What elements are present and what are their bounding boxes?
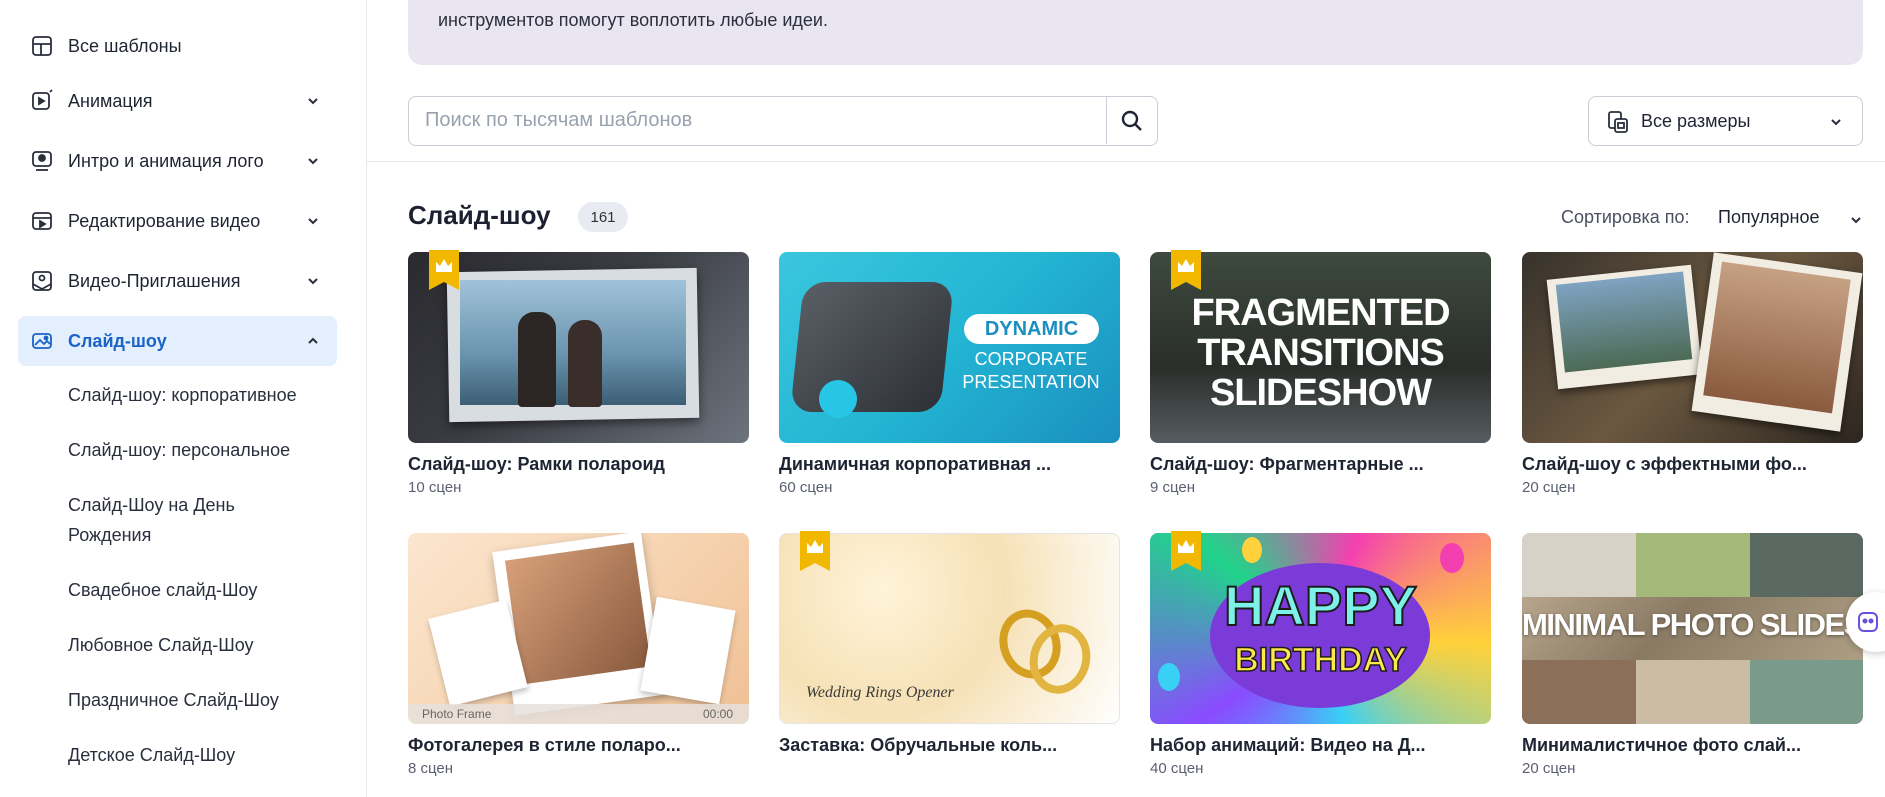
card-title: Набор анимаций: Видео на Д... bbox=[1150, 735, 1426, 755]
sidebar-subitem-birthday[interactable]: Слайд-Шоу на День bbox=[68, 490, 235, 520]
count-badge: 161 bbox=[578, 202, 628, 232]
chevron-down-icon bbox=[1831, 119, 1841, 126]
card-title: Слайд-шоу: Фрагментарные ... bbox=[1150, 454, 1424, 474]
section-title: Слайд-шоу bbox=[408, 200, 551, 230]
sort-label: Сортировка по: bbox=[1561, 207, 1690, 227]
sizes-label: Все размеры bbox=[1641, 111, 1751, 131]
template-card[interactable]: Wedding Rings Opener Заставка: Обручальн… bbox=[779, 531, 1120, 755]
sidebar-subitem-personal[interactable]: Слайд-шоу: персональное bbox=[68, 435, 290, 465]
card-scenes: 10 сцен bbox=[408, 479, 462, 496]
sidebar-subitem-love[interactable]: Любовное Слайд-Шоу bbox=[68, 630, 254, 660]
template-card[interactable]: Слайд-шоу: Рамки полароид 10 сцен bbox=[408, 250, 749, 496]
template-card[interactable]: Photo Frame 00:00 Фотогалерея в стиле по… bbox=[408, 533, 749, 777]
sidebar-item-label: Слайд-шоу bbox=[68, 330, 167, 351]
logo-intro-icon bbox=[32, 151, 52, 171]
thumb-text: FRAGMENTED bbox=[1191, 292, 1450, 334]
thumb-text: DYNAMIC bbox=[984, 318, 1079, 340]
sidebar-item-label: Видео-Приглашения bbox=[68, 270, 241, 291]
sidebar-item-invitations[interactable]: Видео-Приглашения bbox=[18, 256, 337, 306]
sidebar-item-label: Анимация bbox=[68, 90, 153, 111]
invitation-icon bbox=[32, 271, 52, 291]
sidebar-subitem-wedding[interactable]: Свадебное слайд-Шоу bbox=[68, 575, 257, 605]
card-thumbnail: HAPPY BIRTHDAY bbox=[1150, 533, 1491, 724]
thumb-text: 00:00 bbox=[702, 707, 733, 721]
sizes-dropdown[interactable]: Все размеры bbox=[1588, 96, 1863, 146]
card-thumbnail: Photo Frame 00:00 bbox=[408, 533, 749, 724]
premium-crown-icon bbox=[1171, 531, 1201, 571]
search-box bbox=[408, 96, 1158, 146]
card-thumbnail: Wedding Rings Opener bbox=[779, 533, 1120, 724]
card-thumbnail: FRAGMENTED TRANSITIONS SLIDESHOW bbox=[1150, 252, 1491, 443]
chevron-down-icon bbox=[308, 98, 318, 105]
search-button[interactable] bbox=[1106, 97, 1157, 144]
sidebar-item-label: Все шаблоны bbox=[68, 35, 182, 56]
card-thumbnail: DYNAMIC CORPORATE PRESENTATION bbox=[779, 252, 1120, 443]
template-card[interactable]: DYNAMIC CORPORATE PRESENTATION Динамична… bbox=[779, 252, 1120, 496]
thumb-text: Wedding Rings Opener bbox=[806, 684, 954, 701]
card-thumbnail bbox=[408, 252, 749, 443]
card-scenes: 9 сцен bbox=[1150, 479, 1196, 496]
sort-dropdown[interactable]: Популярное bbox=[1718, 207, 1820, 228]
card-scenes: 60 сцен bbox=[779, 479, 833, 496]
premium-crown-icon bbox=[800, 531, 830, 571]
card-title: Слайд-шоу: Рамки полароид bbox=[408, 454, 665, 474]
search-icon bbox=[1121, 110, 1142, 131]
sidebar-item-label: Интро и анимация лого bbox=[68, 150, 264, 171]
card-title: Слайд-шоу с эффектными фо... bbox=[1522, 454, 1807, 474]
template-card[interactable]: HAPPY BIRTHDAY Набор анимаций: Видео на … bbox=[1150, 531, 1491, 777]
banner-text: инструментов помогут воплотить любые иде… bbox=[438, 10, 828, 30]
chevron-down-icon[interactable] bbox=[1848, 212, 1864, 228]
sizes-icon bbox=[1608, 111, 1628, 133]
card-thumbnail bbox=[1522, 252, 1863, 443]
card-title: Динамичная корпоративная ... bbox=[779, 454, 1051, 474]
sidebar-subitem-kids[interactable]: Детское Слайд-Шоу bbox=[68, 740, 235, 770]
template-card[interactable]: MINIMAL PHOTO SLIDESHOW Минималистичное … bbox=[1522, 533, 1863, 777]
sidebar-item-slideshow[interactable]: Слайд-шоу bbox=[18, 316, 337, 366]
play-square-icon bbox=[32, 89, 53, 110]
thumb-text: TRANSITIONS bbox=[1197, 332, 1445, 374]
template-card[interactable]: FRAGMENTED TRANSITIONS SLIDESHOW Слайд-ш… bbox=[1150, 250, 1491, 496]
sidebar: Все шаблоны Анимация Интро и анимация ло… bbox=[0, 0, 367, 797]
card-scenes: 20 сцен bbox=[1522, 760, 1576, 777]
video-edit-icon bbox=[32, 212, 52, 230]
sidebar-item-video-editing[interactable]: Редактирование видео bbox=[18, 196, 337, 246]
search-input[interactable] bbox=[409, 97, 1109, 144]
chevron-up-icon bbox=[308, 337, 318, 344]
card-thumbnail: MINIMAL PHOTO SLIDESHOW bbox=[1522, 533, 1863, 724]
template-card[interactable]: Слайд-шоу с эффектными фо... 20 сцен bbox=[1522, 252, 1863, 496]
thumb-text: PRESENTATION bbox=[962, 372, 1100, 392]
premium-crown-icon bbox=[1171, 250, 1201, 290]
sidebar-item-animation[interactable]: Анимация bbox=[18, 76, 337, 126]
slideshow-icon bbox=[32, 333, 52, 349]
premium-crown-icon bbox=[429, 250, 459, 290]
sidebar-item-logo-intro[interactable]: Интро и анимация лого bbox=[18, 136, 337, 186]
chevron-down-icon bbox=[308, 218, 318, 225]
thumb-text: CORPORATE bbox=[974, 349, 1088, 369]
sidebar-item-all-templates[interactable]: Все шаблоны bbox=[18, 21, 337, 71]
chevron-down-icon bbox=[308, 278, 318, 285]
card-scenes: 40 сцен bbox=[1150, 760, 1204, 777]
divider bbox=[367, 161, 1885, 162]
thumb-text: MINIMAL PHOTO SLIDESHOW bbox=[1522, 607, 1863, 642]
card-title: Фотогалерея в стиле полаpo... bbox=[408, 735, 681, 755]
card-title: Заставка: Обручальные коль... bbox=[779, 735, 1058, 755]
card-scenes: 8 сцен bbox=[408, 760, 454, 777]
card-scenes: 20 сцен bbox=[1522, 479, 1576, 496]
thumb-text: Photo Frame bbox=[422, 707, 492, 721]
thumb-text: BIRTHDAY bbox=[1233, 640, 1407, 680]
thumb-text: SLIDESHOW bbox=[1209, 372, 1432, 414]
grid-template-icon bbox=[32, 36, 52, 56]
sidebar-subitem-corporate[interactable]: Слайд-шоу: корпоративное bbox=[68, 380, 297, 410]
thumb-text: HAPPY bbox=[1223, 573, 1418, 638]
sidebar-item-label: Редактирование видео bbox=[68, 210, 261, 231]
chat-icon bbox=[1858, 612, 1878, 632]
chevron-down-icon bbox=[308, 158, 318, 165]
sidebar-subitem-holiday[interactable]: Праздничное Слайд-Шоу bbox=[68, 685, 279, 715]
sidebar-subitem-birthday-line2[interactable]: Рождения bbox=[68, 520, 151, 550]
card-title: Минималистичное фото слай... bbox=[1522, 735, 1801, 755]
info-banner: инструментов помогут воплотить любые иде… bbox=[408, 0, 1863, 65]
